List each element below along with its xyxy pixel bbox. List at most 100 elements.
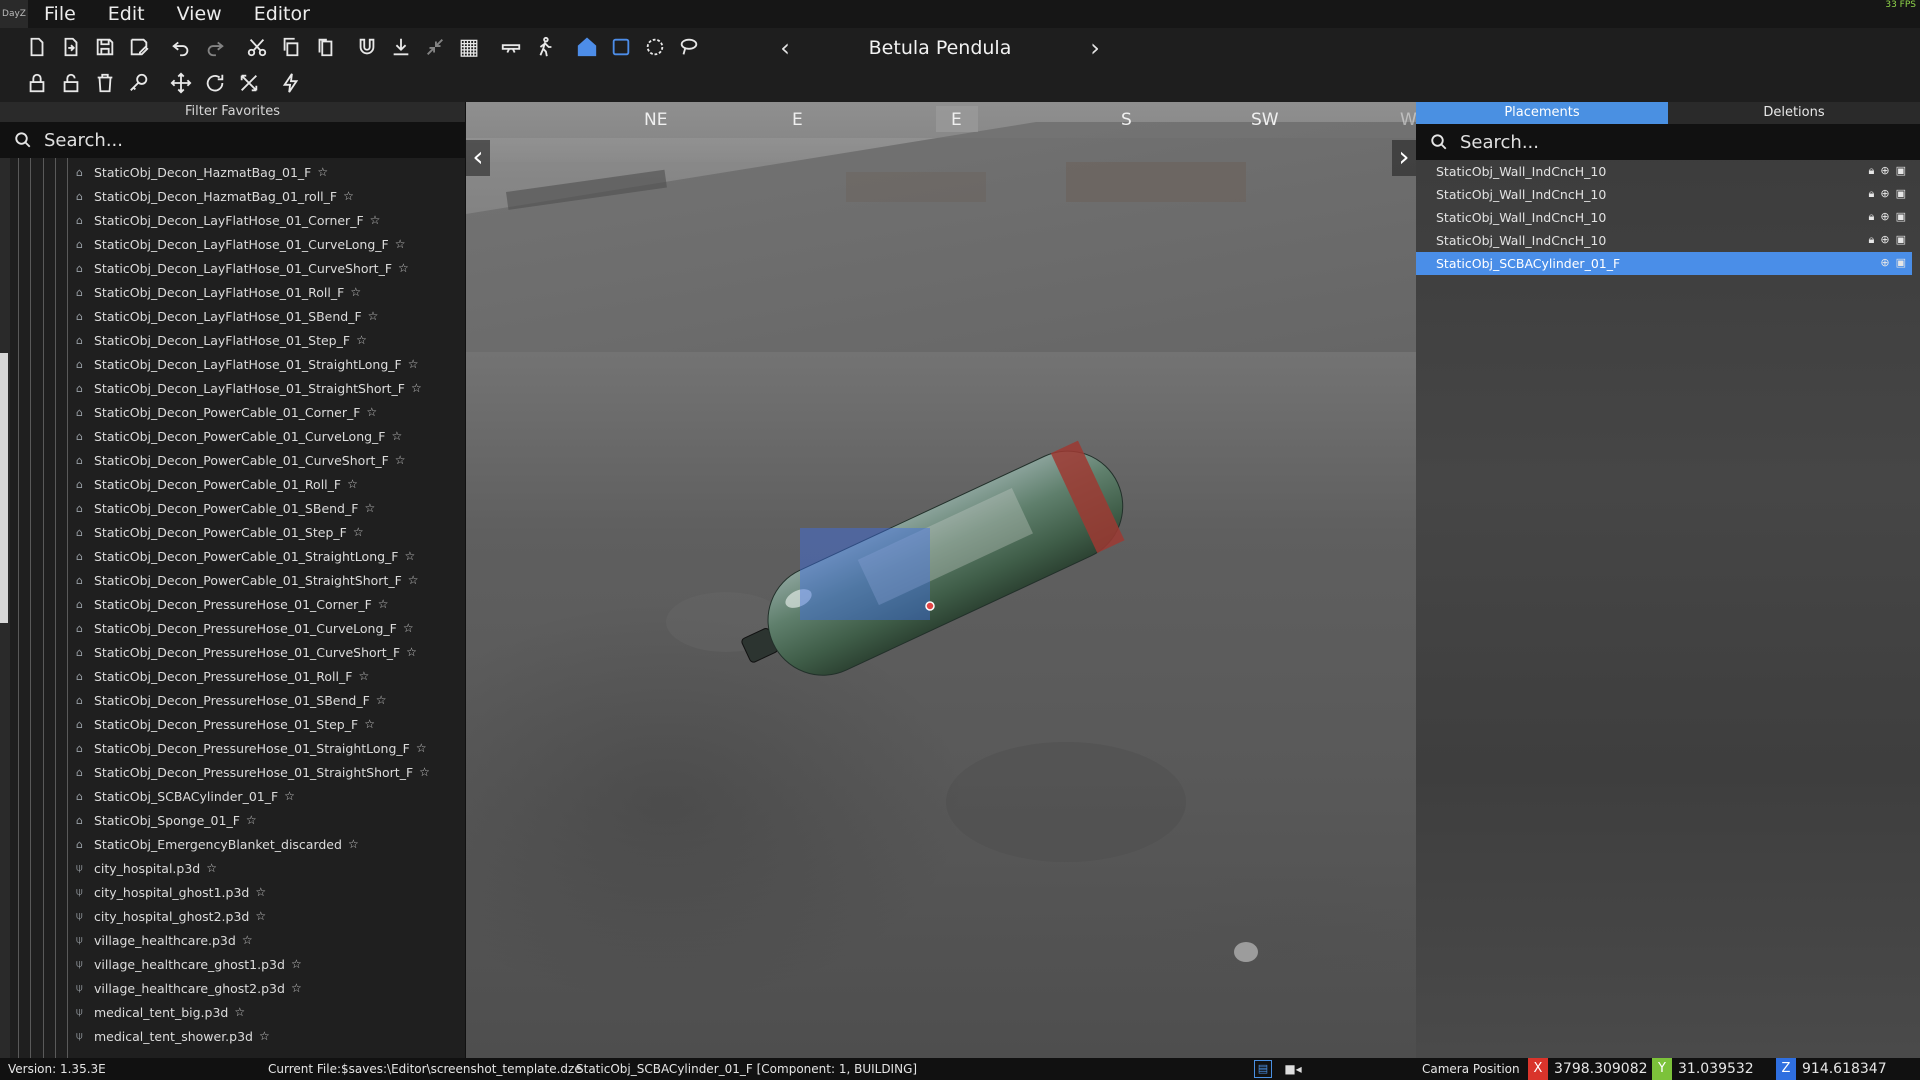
object-list-item[interactable]: ⌂ StaticObj_EmergencyBlanket_discarded ☆ <box>76 832 359 856</box>
object-list-item[interactable]: ⌂ StaticObj_Decon_PowerCable_01_CurveShor… <box>76 448 406 472</box>
menu-view[interactable]: View <box>161 0 238 28</box>
right-search-bar[interactable]: Search... <box>1416 124 1920 160</box>
object-list-item[interactable]: ⌂ StaticObj_Decon_PowerCable_01_Corner_F ☆ <box>76 400 377 424</box>
left-search-bar[interactable]: Search... <box>0 122 465 158</box>
object-list-item[interactable]: ⌂ StaticObj_Decon_LayFlatHose_01_Straight… <box>76 376 422 400</box>
box-icon[interactable]: ▣ <box>1896 164 1906 178</box>
favorite-star-icon[interactable]: ☆ <box>395 453 406 467</box>
object-list-item[interactable]: ⌂ StaticObj_Decon_PressureHose_01_SBend_F… <box>76 688 387 712</box>
object-list-item[interactable]: ⍦ city_hospital.p3d ☆ <box>76 856 217 880</box>
object-list-item[interactable]: ⍦ village_healthcare_ghost2.p3d ☆ <box>76 976 302 1000</box>
object-list-item[interactable]: ⌂ StaticObj_Decon_PressureHose_01_Corner_… <box>76 592 389 616</box>
favorite-star-icon[interactable]: ☆ <box>291 957 302 971</box>
globe-icon[interactable]: ⊕ <box>1880 164 1889 178</box>
save-as-icon[interactable] <box>122 30 156 64</box>
object-list-item[interactable]: ⍦ city_hospital_ghost1.p3d ☆ <box>76 880 266 904</box>
lock-icon[interactable]: 🔒︎ <box>1869 210 1875 224</box>
object-list-item[interactable]: ⌂ StaticObj_Decon_LayFlatHose_01_CurveSho… <box>76 256 409 280</box>
favorite-star-icon[interactable]: ☆ <box>403 621 414 635</box>
house-icon[interactable] <box>570 30 604 64</box>
object-list-item[interactable]: ⌂ StaticObj_Decon_PowerCable_01_CurveLong… <box>76 424 402 448</box>
favorite-star-icon[interactable]: ☆ <box>408 573 419 587</box>
favorite-star-icon[interactable]: ☆ <box>291 981 302 995</box>
lightning-icon[interactable] <box>274 66 308 100</box>
object-list-item[interactable]: ⍦ city_hospital_ghost2.p3d ☆ <box>76 904 266 928</box>
favorite-star-icon[interactable]: ☆ <box>255 909 266 923</box>
globe-icon[interactable]: ⊕ <box>1880 256 1889 270</box>
favorite-star-icon[interactable]: ☆ <box>350 285 361 299</box>
collapse-icon[interactable] <box>418 30 452 64</box>
globe-icon[interactable]: ⊕ <box>1880 210 1889 224</box>
box-icon[interactable]: ▣ <box>1896 256 1906 270</box>
object-list-item[interactable]: ⍦ village_healthcare.p3d ☆ <box>76 928 253 952</box>
favorite-star-icon[interactable]: ☆ <box>376 693 387 707</box>
object-list-item[interactable]: ⌂ StaticObj_Decon_LayFlatHose_01_Straight… <box>76 352 418 376</box>
tab-deletions[interactable]: Deletions <box>1668 102 1920 124</box>
globe-icon[interactable]: ⊕ <box>1880 187 1889 201</box>
lock-icon[interactable] <box>20 66 54 100</box>
object-list-item[interactable]: ⍦ village_healthcare_ghost1.p3d ☆ <box>76 952 302 976</box>
object-list-item[interactable]: ⌂ StaticObj_Decon_LayFlatHose_01_Corner_F… <box>76 208 380 232</box>
magnet-icon[interactable] <box>350 30 384 64</box>
favorite-star-icon[interactable]: ☆ <box>368 309 379 323</box>
object-list-item[interactable]: ⌂ StaticObj_Decon_HazmatBag_01_F ☆ <box>76 160 328 184</box>
favorite-star-icon[interactable]: ☆ <box>348 837 359 851</box>
object-list-item[interactable]: ⌂ StaticObj_Decon_LayFlatHose_01_CurveLon… <box>76 232 405 256</box>
ground-snap-icon[interactable] <box>384 30 418 64</box>
walk-icon[interactable] <box>528 30 562 64</box>
favorite-star-icon[interactable]: ☆ <box>419 765 430 779</box>
key-icon[interactable] <box>122 66 156 100</box>
map-view-icon[interactable]: ▤ <box>1254 1060 1272 1078</box>
new-file-icon[interactable] <box>20 30 54 64</box>
object-list-item[interactable]: ⌂ StaticObj_Decon_PowerCable_01_StraightS… <box>76 568 419 592</box>
save-icon[interactable] <box>88 30 122 64</box>
favorite-star-icon[interactable]: ☆ <box>370 213 381 227</box>
rotate-icon[interactable] <box>198 66 232 100</box>
placement-list-item[interactable]: StaticObj_SCBACylinder_01_F🔒︎⊕▣ <box>1416 252 1912 275</box>
camera-z-value[interactable]: 914.618347 <box>1798 1058 1908 1080</box>
favorite-star-icon[interactable]: ☆ <box>408 357 419 371</box>
favorite-star-icon[interactable]: ☆ <box>395 237 406 251</box>
object-list-item[interactable]: ⌂ StaticObj_Decon_PressureHose_01_CurveLo… <box>76 616 414 640</box>
tab-placements[interactable]: Placements <box>1416 102 1668 124</box>
favorite-star-icon[interactable]: ☆ <box>378 597 389 611</box>
object-list-item[interactable]: ⌂ StaticObj_Decon_LayFlatHose_01_Roll_F ☆ <box>76 280 361 304</box>
binoculars-icon[interactable] <box>494 30 528 64</box>
favorite-star-icon[interactable]: ☆ <box>259 1029 270 1043</box>
object-list-item[interactable]: ⌂ StaticObj_Decon_PowerCable_01_SBend_F ☆ <box>76 496 375 520</box>
open-file-icon[interactable] <box>54 30 88 64</box>
favorite-star-icon[interactable]: ☆ <box>416 741 427 755</box>
favorite-star-icon[interactable]: ☆ <box>343 189 354 203</box>
paste-icon[interactable] <box>308 30 342 64</box>
favorite-star-icon[interactable]: ☆ <box>398 261 409 275</box>
favorite-star-icon[interactable]: ☆ <box>405 549 416 563</box>
scale-icon[interactable] <box>232 66 266 100</box>
globe-icon[interactable]: ⊕ <box>1880 233 1889 247</box>
lasso-icon[interactable] <box>672 30 706 64</box>
filter-favorites-button[interactable]: Filter Favorites <box>0 102 465 122</box>
unlock-icon[interactable] <box>54 66 88 100</box>
collapse-left-panel-chevron-icon[interactable]: ‹ <box>466 140 490 176</box>
favorite-star-icon[interactable]: ☆ <box>358 669 369 683</box>
object-list-item[interactable]: ⍦ medical_tent_shower.p3d ☆ <box>76 1024 270 1048</box>
undo-icon[interactable] <box>164 30 198 64</box>
object-list-item[interactable]: ⌂ StaticObj_Decon_LayFlatHose_01_Step_F ☆ <box>76 328 367 352</box>
lock-icon[interactable]: 🔒︎ <box>1869 233 1875 247</box>
lock-icon[interactable]: 🔒︎ <box>1869 164 1875 178</box>
placement-list-item[interactable]: StaticObj_Wall_IndCncH_10 🔒︎ ⊕ ▣ <box>1416 229 1912 252</box>
favorite-star-icon[interactable]: ☆ <box>284 789 295 803</box>
box-icon[interactable]: ▣ <box>1896 187 1906 201</box>
lock-icon[interactable]: 🔒︎ <box>1869 187 1875 201</box>
object-list-item[interactable]: ⌂ StaticObj_Decon_PowerCable_01_Roll_F ☆ <box>76 472 358 496</box>
favorite-star-icon[interactable]: ☆ <box>242 933 253 947</box>
favorite-star-icon[interactable]: ☆ <box>206 861 217 875</box>
favorite-star-icon[interactable]: ☆ <box>347 477 358 491</box>
select-circle-icon[interactable] <box>638 30 672 64</box>
favorite-star-icon[interactable]: ☆ <box>353 525 364 539</box>
move-icon[interactable] <box>164 66 198 100</box>
copy-icon[interactable] <box>274 30 308 64</box>
object-list-item[interactable]: ⌂ StaticObj_Decon_PressureHose_01_Straigh… <box>76 736 427 760</box>
object-list-item[interactable]: ⌂ StaticObj_Decon_PowerCable_01_Step_F ☆ <box>76 520 364 544</box>
left-search-input[interactable]: Search... <box>44 130 123 151</box>
placement-list-item[interactable]: StaticObj_Wall_IndCncH_10 🔒︎ ⊕ ▣ <box>1416 183 1912 206</box>
